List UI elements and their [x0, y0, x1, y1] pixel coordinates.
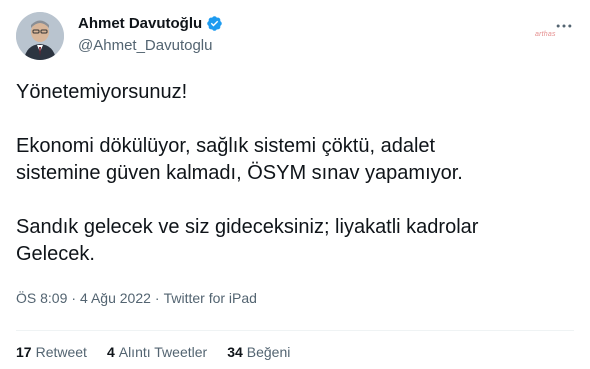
meta-separator: ·	[154, 290, 160, 306]
retweets-count: 17	[16, 344, 32, 360]
likes-stat[interactable]: 34 Beğeni	[227, 344, 290, 360]
tweet-card: Ahmet Davutoğlu @Ahmet_Davutoglu arthas …	[0, 0, 590, 369]
quote-tweets-stat[interactable]: 4 Alıntı Tweetler	[107, 344, 207, 360]
author-handle[interactable]: @Ahmet_Davutoglu	[78, 37, 212, 54]
tweet-source[interactable]: Twitter for iPad	[164, 290, 257, 306]
retweets-label: Retweet	[35, 344, 87, 360]
profile-photo-icon	[16, 12, 64, 60]
likes-count: 34	[227, 344, 243, 360]
tweet-paragraph: Ekonomi dökülüyor, sağlık sistemi çöktü,…	[16, 135, 463, 184]
watermark: arthas	[535, 31, 556, 38]
tweet-time[interactable]: ÖS 8:09	[16, 290, 67, 306]
more-horizontal-icon[interactable]	[554, 16, 574, 36]
verified-badge-icon	[207, 16, 222, 31]
author-name-row[interactable]: Ahmet Davutoğlu	[78, 15, 223, 32]
tweet-text: Yönetemiyorsunuz! Ekonomi dökülüyor, sağ…	[16, 79, 576, 268]
quote-tweets-count: 4	[106, 344, 115, 360]
tweet-stats: 17 Retweet 4 Alıntı Tweetler 34 Beğeni	[16, 344, 310, 360]
quote-tweets-label: Alıntı Tweetler	[118, 344, 208, 360]
tweet-paragraph: Yönetemiyorsunuz!	[16, 81, 188, 103]
likes-label: Beğeni	[246, 344, 291, 360]
author-display-name[interactable]: Ahmet Davutoğlu	[78, 15, 202, 32]
retweets-stat[interactable]: 17 Retweet	[16, 344, 87, 360]
tweet-paragraph: Sandık gelecek ve siz gideceksiniz; liya…	[16, 216, 479, 265]
tweet-meta: ÖS 8:09 · 4 Ağu 2022 · Twitter for iPad	[16, 290, 257, 306]
divider	[16, 330, 574, 331]
avatar[interactable]	[16, 12, 64, 60]
tweet-date[interactable]: 4 Ağu 2022	[80, 290, 151, 306]
meta-separator: ·	[71, 290, 77, 306]
